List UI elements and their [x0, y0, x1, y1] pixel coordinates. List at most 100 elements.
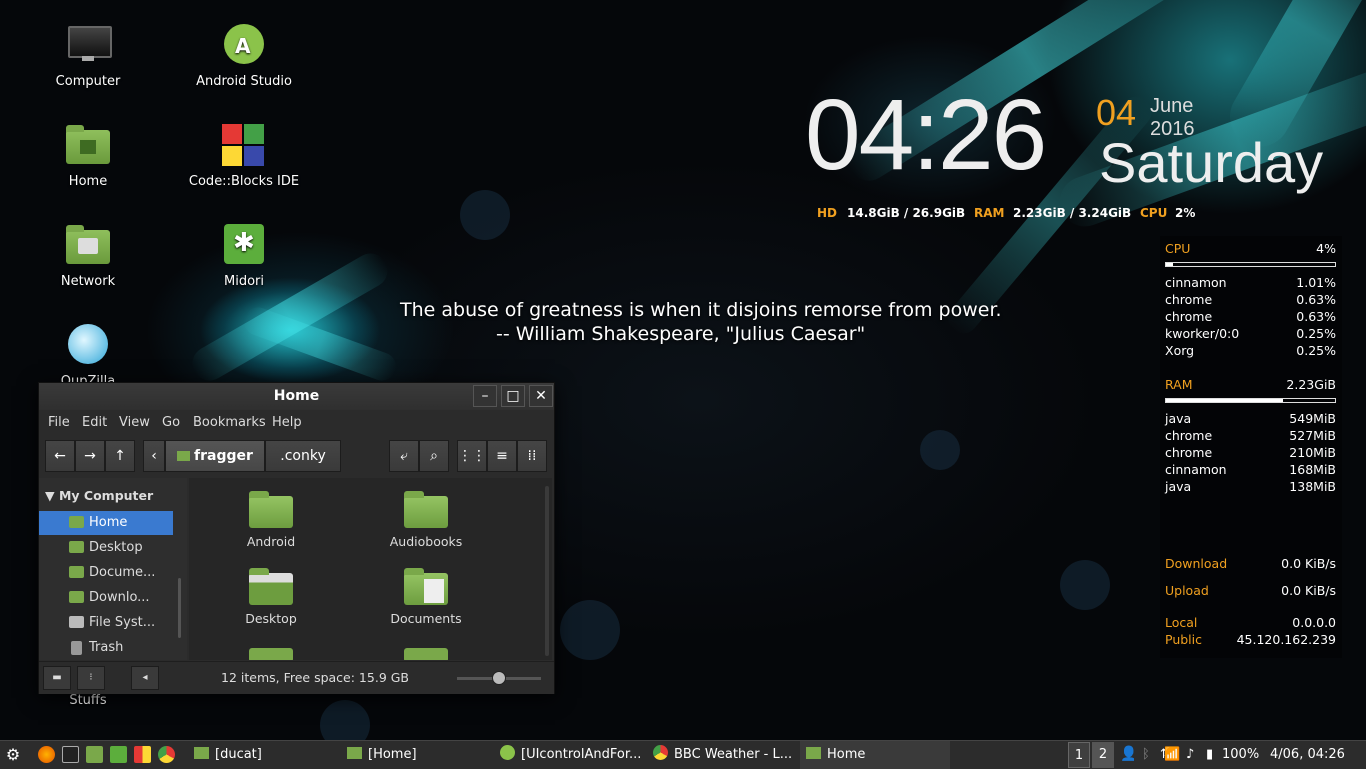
desktop-icon-home[interactable]: Home	[28, 122, 148, 189]
file-view-scrollbar[interactable]	[545, 486, 549, 656]
clock-weekday: Saturday	[1099, 131, 1324, 194]
desktop-icon-stuffs[interactable]: Stuffs	[28, 693, 148, 708]
sidebar-item-label: Docume...	[89, 565, 156, 580]
path-segment-conky[interactable]: .conky	[265, 440, 341, 472]
hide-sidebar-button[interactable]: ◂	[131, 666, 159, 690]
clock-day: 04	[1096, 92, 1137, 133]
sidebar-item-trash[interactable]: Trash	[39, 636, 173, 660]
user-icon[interactable]: 👤	[1120, 741, 1134, 769]
gear-icon: ⚙	[5, 745, 21, 764]
sidebar-item-downloads[interactable]: Downlo...	[39, 586, 173, 610]
conky-panel: CPU 4% cinnamon 1.01% chrome 0.63% chrome 0.…	[1160, 236, 1342, 658]
bluetooth-icon[interactable]: ᛒ	[1142, 741, 1154, 769]
menu-view[interactable]: View	[119, 415, 150, 430]
desktop-icon-label: Code::Blocks IDE	[188, 174, 300, 189]
sidebar-scrollbar[interactable]	[178, 578, 181, 638]
desktop-icon-midori[interactable]: ✱ Midori	[184, 222, 304, 289]
clock-time: 04:26	[805, 79, 1047, 191]
menu-file[interactable]: File	[48, 415, 70, 430]
menu-bookmarks[interactable]: Bookmarks	[193, 415, 266, 430]
menu-go[interactable]: Go	[162, 415, 180, 430]
taskbar-window-home-bracket[interactable]: [Home]	[341, 741, 491, 769]
sidebar-header[interactable]: ▼ My Computer	[45, 488, 153, 503]
android-studio-icon	[500, 745, 515, 760]
zoom-slider-knob[interactable]	[492, 671, 506, 685]
sidebar-item-file-system[interactable]: File Syst...	[39, 611, 173, 635]
file-item-desktop[interactable]: Desktop	[216, 568, 326, 626]
proc-value: 0.25%	[1296, 343, 1336, 358]
terminal-launcher-icon[interactable]	[62, 746, 79, 763]
close-button[interactable]: ✕	[529, 385, 553, 407]
folder-icon	[806, 747, 821, 759]
menu-help[interactable]: Help	[272, 415, 302, 430]
sidebar: ▼ My Computer Home Desktop Docume... Dow…	[39, 478, 187, 660]
file-item-android[interactable]: Android	[216, 491, 326, 549]
trash-icon	[71, 641, 82, 655]
file-item-audiobooks[interactable]: Audiobooks	[371, 491, 481, 549]
taskbar-window-android-studio[interactable]: [UIcontrolAndFor...	[494, 741, 644, 769]
show-places-button[interactable]: ▬	[43, 666, 71, 690]
proc-value: 168MiB	[1289, 462, 1336, 477]
proc-name: chrome	[1165, 292, 1213, 307]
forward-button[interactable]: →	[75, 440, 105, 472]
proc-name: java	[1165, 479, 1192, 494]
taskbar-window-home[interactable]: Home	[800, 741, 950, 769]
window-titlebar[interactable]: Home – □ ✕	[39, 383, 554, 410]
back-button[interactable]: ←	[45, 440, 75, 472]
workspace-1[interactable]: 1	[1068, 742, 1090, 768]
conky-ram-label: RAM	[1165, 377, 1193, 392]
menu-button[interactable]: ⚙	[3, 741, 23, 769]
wifi-icon[interactable]: 📶	[1164, 741, 1180, 769]
monitor-icon	[64, 22, 112, 70]
battery-icon[interactable]: ▮	[1206, 741, 1220, 769]
folder-icon	[404, 648, 448, 660]
sidebar-item-label: Desktop	[89, 540, 143, 555]
statusbar: ▬ ⁝ ◂ 12 items, Free space: 15.9 GB	[39, 661, 554, 694]
desktop-icon-computer[interactable]: Computer	[28, 22, 148, 89]
chrome-launcher-icon[interactable]	[158, 746, 175, 763]
menu-edit[interactable]: Edit	[82, 415, 107, 430]
quote-author: -- William Shakespeare, "Julius Caesar"	[496, 323, 866, 345]
desktop-icon-label: Midori	[224, 274, 264, 289]
volume-icon[interactable]: ♪	[1186, 741, 1200, 769]
desktop-icon-qupzilla[interactable]: QupZilla	[28, 322, 148, 382]
maximize-button[interactable]: □	[501, 385, 525, 407]
codeblocks-launcher-icon[interactable]	[134, 746, 151, 763]
icon-view-button[interactable]: ⋮⋮	[457, 440, 487, 472]
taskbar-window-label: [Home]	[368, 747, 417, 762]
hd-value: 14.8GiB / 26.9GiB	[847, 206, 966, 220]
file-item-documents[interactable]: Documents	[371, 568, 481, 626]
files-launcher-icon[interactable]	[86, 746, 103, 763]
desktop-icon-codeblocks[interactable]: Code::Blocks IDE	[184, 122, 304, 189]
cpu-usage-bar	[1165, 262, 1336, 267]
zoom-slider[interactable]	[457, 671, 541, 685]
proc-name: chrome	[1165, 445, 1213, 460]
path-segment-fragger[interactable]: fragger	[165, 440, 265, 472]
file-manager-window[interactable]: Home – □ ✕ File Edit View Go Bookmarks H…	[38, 382, 555, 694]
taskbar-window-bbc-weather[interactable]: BBC Weather - L...	[647, 741, 797, 769]
desktop-icon-android-studio[interactable]: A Android Studio	[184, 22, 304, 89]
workspace-2[interactable]: 2	[1092, 742, 1114, 768]
home-icon	[69, 516, 84, 528]
firefox-launcher-icon[interactable]	[38, 746, 55, 763]
documents-folder-icon	[69, 566, 84, 578]
desktop-icon-label: Stuffs	[69, 693, 107, 708]
path-left-button[interactable]: ‹	[143, 440, 165, 472]
proc-name: java	[1165, 411, 1192, 426]
show-treeview-button[interactable]: ⁝	[77, 666, 105, 690]
up-button[interactable]: ↑	[105, 440, 135, 472]
midori-launcher-icon[interactable]	[110, 746, 127, 763]
taskbar-window-ducat[interactable]: [ducat]	[188, 741, 338, 769]
list-view-button[interactable]: ≡	[487, 440, 517, 472]
menubar: File Edit View Go Bookmarks Help	[39, 410, 554, 434]
sidebar-item-desktop[interactable]: Desktop	[39, 536, 173, 560]
taskbar-clock[interactable]: 4/06, 04:26	[1270, 741, 1350, 769]
upload-label: Upload	[1165, 583, 1209, 598]
compact-view-button[interactable]: ⁞⁞	[517, 440, 547, 472]
toggle-location-button[interactable]: ⤶	[389, 440, 419, 472]
minimize-button[interactable]: –	[473, 385, 497, 407]
search-button[interactable]: ⌕	[419, 440, 449, 472]
sidebar-item-documents[interactable]: Docume...	[39, 561, 173, 585]
sidebar-item-home[interactable]: Home	[39, 511, 173, 535]
desktop-icon-network[interactable]: Network	[28, 222, 148, 289]
